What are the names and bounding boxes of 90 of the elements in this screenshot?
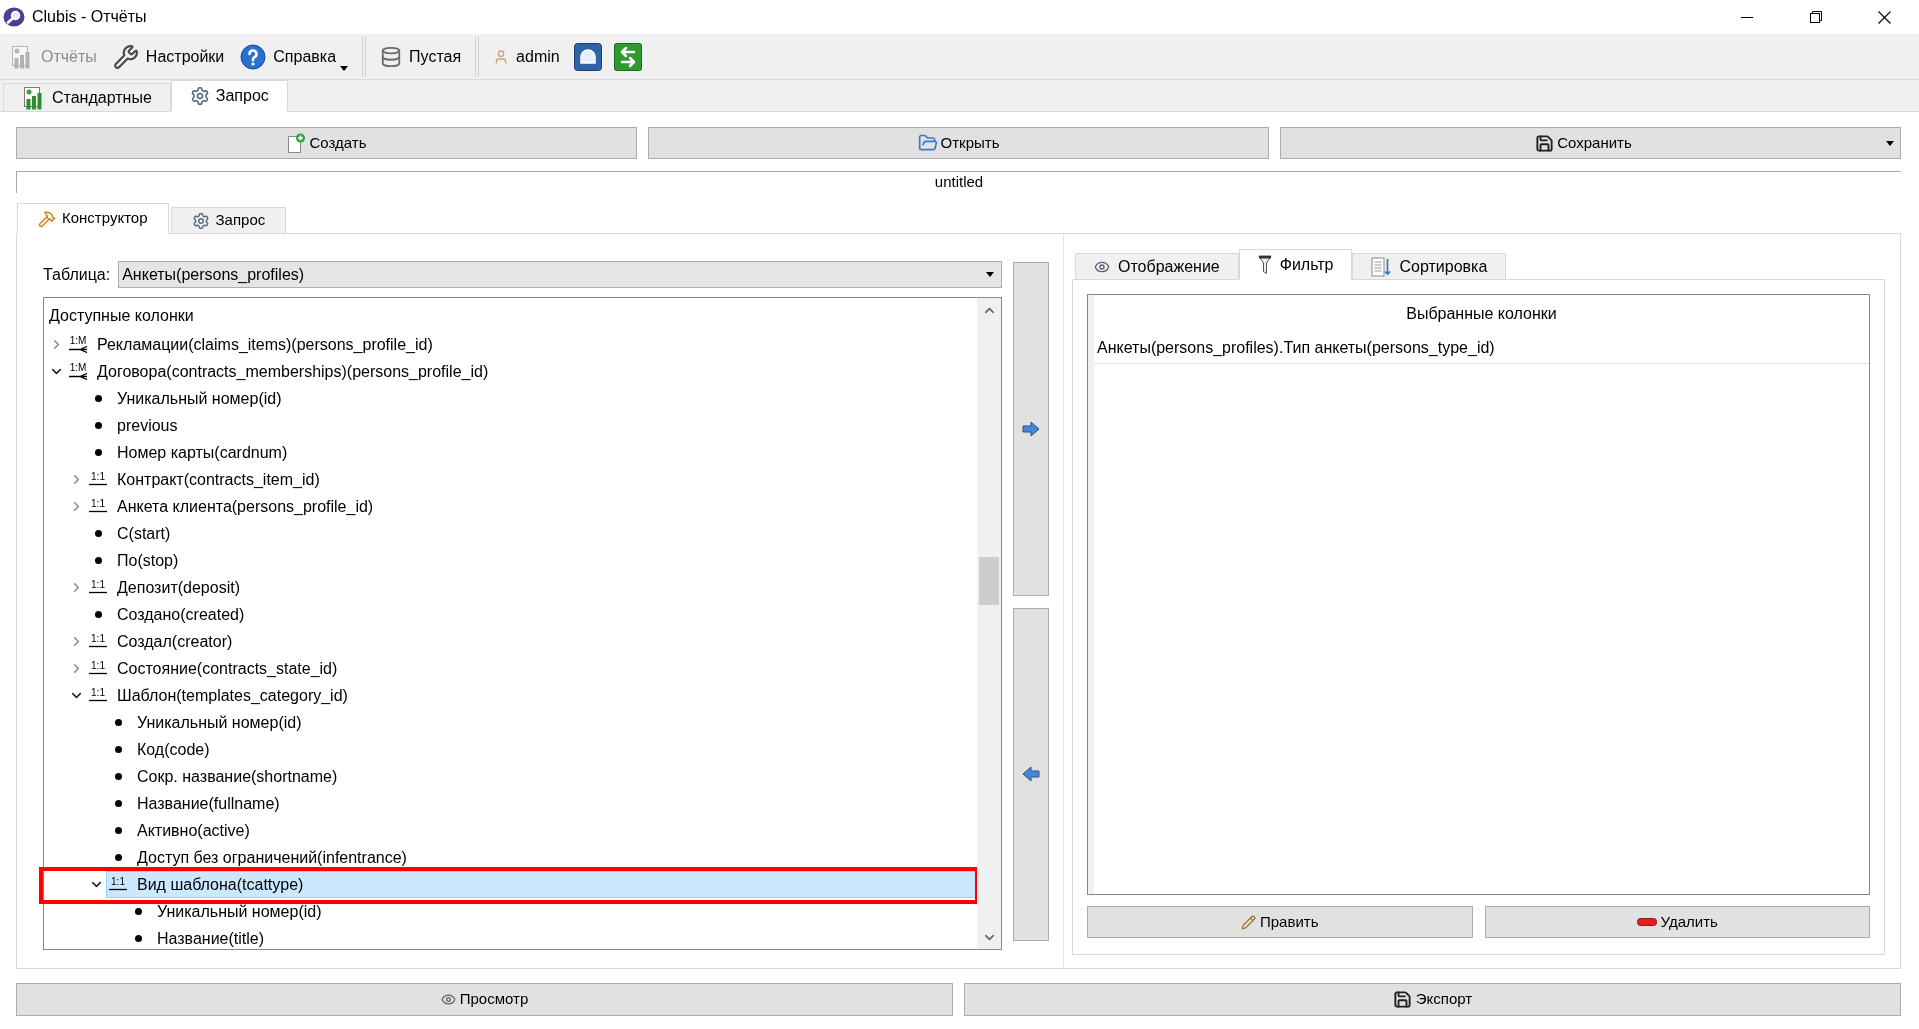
arrow-left-icon xyxy=(1022,766,1040,783)
swap-arrows-icon xyxy=(613,42,642,71)
toolbar-button[interactable]: Пустая xyxy=(372,37,470,76)
footer-button[interactable]: Экспорт xyxy=(964,983,1901,1016)
tab[interactable]: Стандартные xyxy=(3,83,171,112)
funnel-icon xyxy=(1257,254,1272,275)
tree-item[interactable]: Номер карты(cardnum) xyxy=(86,439,977,466)
tree-item[interactable]: Уникальный номер(id) xyxy=(126,898,977,925)
bullet-icon xyxy=(94,449,102,456)
bullet-icon xyxy=(94,557,102,564)
tree-item[interactable]: 1:1 Контракт(contracts_item_id) xyxy=(86,466,977,493)
toolbar-button[interactable]: Справка xyxy=(232,37,357,76)
help-icon xyxy=(240,43,267,70)
footer-button[interactable]: Просмотр xyxy=(16,983,953,1016)
tree-item[interactable]: 1:1 Состояние(contracts_state_id) xyxy=(86,655,977,682)
table-select[interactable]: Анкеты(persons_profiles) xyxy=(118,261,1002,288)
bullet-icon xyxy=(114,719,122,726)
arrow-right-icon xyxy=(1022,420,1040,437)
tree-item[interactable]: 1:1 Вид шаблона(tcattype) xyxy=(106,871,977,898)
tree-item[interactable]: Уникальный номер(id) xyxy=(106,709,977,736)
tab[interactable]: Запрос xyxy=(170,207,287,234)
action-button[interactable]: Сохранить xyxy=(1280,127,1901,159)
tree-item[interactable]: Создано(created) xyxy=(86,601,977,628)
database-icon xyxy=(380,45,403,68)
tree-item[interactable]: Уникальный номер(id) xyxy=(86,385,977,412)
sorted-list-icon xyxy=(1371,256,1392,277)
tree-item[interactable]: Доступ без ограничений(infentrance) xyxy=(106,844,977,871)
tab[interactable]: Фильтр xyxy=(1238,249,1353,280)
add-column-button[interactable] xyxy=(1013,262,1049,596)
bullet-icon xyxy=(114,800,122,807)
caret-icon xyxy=(986,272,994,277)
tree-item[interactable]: 1:1 Анкета клиента(persons_profile_id) xyxy=(86,493,977,520)
tab[interactable]: Конструктор xyxy=(17,203,169,234)
panel-button[interactable]: Править xyxy=(1087,906,1473,938)
tree-item[interactable]: Название(fullname) xyxy=(106,790,977,817)
list-row[interactable]: Анкеты(persons_profiles).Тип анкеты(persons_type_id) xyxy=(1094,332,1869,364)
close-icon xyxy=(1878,10,1891,24)
tree-item[interactable]: Сокр. название(shortname) xyxy=(106,763,977,790)
gear-icon xyxy=(189,86,210,106)
folder-icon xyxy=(917,133,938,153)
tree-item[interactable]: 1:1 Депозит(deposit) xyxy=(86,574,977,601)
name-field[interactable]: untitled xyxy=(16,171,1901,193)
minus-icon xyxy=(1636,918,1657,926)
bullet-icon xyxy=(94,395,102,402)
bullet-icon xyxy=(94,422,102,429)
tree-item[interactable]: 1:1 Шаблон(templates_category_id) xyxy=(86,682,977,709)
list-header: Выбранные колонки xyxy=(1406,303,1557,324)
toolbar-button[interactable]: admin xyxy=(485,37,568,76)
window-title: Clubis - Отчёты xyxy=(32,7,147,27)
restore-icon xyxy=(1809,11,1822,23)
bullet-icon xyxy=(94,611,102,618)
wrench-icon xyxy=(112,43,139,70)
panel-button[interactable]: Удалить xyxy=(1484,906,1870,938)
bullet-icon xyxy=(114,773,122,780)
scrollbar[interactable] xyxy=(977,298,1001,949)
bullet-icon xyxy=(134,935,142,942)
remove-column-button[interactable] xyxy=(1013,607,1049,941)
tree-item[interactable]: По(stop) xyxy=(86,547,977,574)
action-button[interactable]: Создать xyxy=(16,127,637,159)
gear-icon xyxy=(191,211,210,230)
tab[interactable]: Запрос xyxy=(170,80,288,112)
tree-item[interactable]: previous xyxy=(86,412,977,439)
scrollbar-thumb[interactable] xyxy=(979,557,999,605)
tree-item[interactable]: 1:1 Создал(creator) xyxy=(86,628,977,655)
eye-icon xyxy=(440,992,456,1007)
arch-icon xyxy=(573,42,602,71)
action-button[interactable]: Открыть xyxy=(648,127,1269,159)
tree-item[interactable]: Активно(active) xyxy=(106,817,977,844)
table-label: Таблица: xyxy=(43,264,111,285)
bullet-icon xyxy=(94,530,102,537)
tree-item[interactable]: Название(title) xyxy=(126,925,977,949)
document-plus-icon xyxy=(286,133,307,153)
hammer-icon xyxy=(38,209,56,228)
tab[interactable]: Отображение xyxy=(1075,253,1239,280)
bullet-icon xyxy=(114,746,122,753)
tab[interactable]: Сортировка xyxy=(1352,253,1507,280)
tree-item[interactable]: Код(code) xyxy=(106,736,977,763)
tree-item[interactable]: С(start) xyxy=(86,520,977,547)
toolbar-button[interactable]: Настройки xyxy=(104,37,233,76)
magnifier-logo-icon xyxy=(3,7,25,27)
caret-icon xyxy=(1886,140,1894,146)
bullet-icon xyxy=(134,908,142,915)
bullet-icon xyxy=(114,827,122,834)
pencil-icon xyxy=(1241,914,1256,930)
bullet-icon xyxy=(114,854,122,861)
tree-header: Доступные колонки xyxy=(49,306,194,326)
tree-item[interactable]: 1:M Рекламации(claims_items)(persons_profile_id) xyxy=(66,331,977,358)
tree-item[interactable]: 1:M Договора(contracts_memberships)(persons_profile_id) xyxy=(66,358,977,385)
minimize-icon xyxy=(1740,16,1753,18)
caret-icon xyxy=(340,65,349,71)
